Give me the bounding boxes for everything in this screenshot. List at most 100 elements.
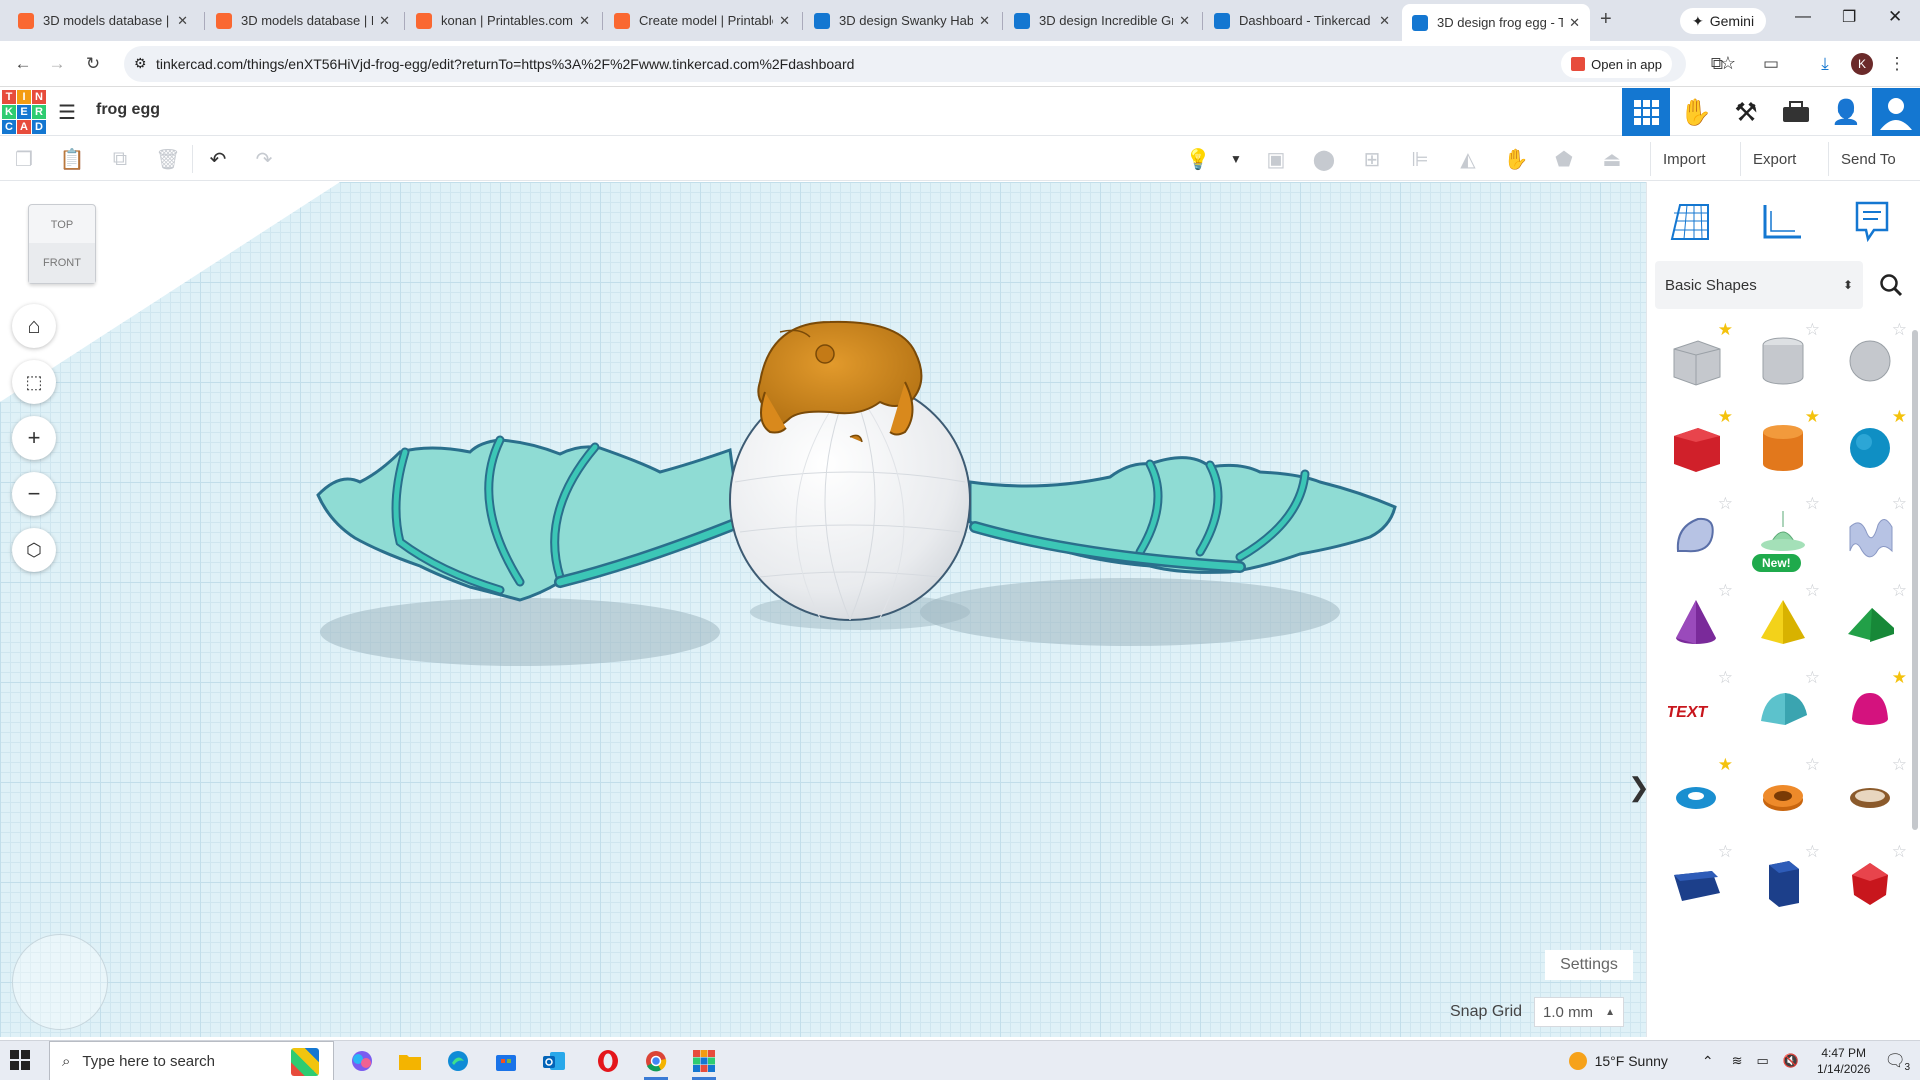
- outlook-icon[interactable]: [536, 1045, 572, 1077]
- settings-button[interactable]: Settings: [1545, 950, 1633, 980]
- weather-text[interactable]: 15°F Sunny: [1595, 1053, 1668, 1069]
- new-tab-button[interactable]: +: [1600, 8, 1612, 31]
- export-button[interactable]: Export: [1740, 142, 1808, 176]
- close-icon[interactable]: ✕: [177, 13, 188, 29]
- workplane-tool-icon[interactable]: ⊞: [1358, 145, 1386, 173]
- undo-icon[interactable]: ↶: [204, 145, 232, 173]
- sphere-hole-shape[interactable]: ☆: [1829, 320, 1911, 402]
- star-icon[interactable]: ☆: [1805, 842, 1820, 862]
- half-cylinder-shape[interactable]: ☆: [1742, 668, 1824, 750]
- chevron-up-icon[interactable]: ⌃: [1702, 1053, 1714, 1070]
- forward-icon[interactable]: →: [42, 49, 72, 79]
- weather-icon[interactable]: [1568, 1052, 1587, 1070]
- paraboloid-shape[interactable]: ★: [1829, 668, 1911, 750]
- sphere-shape[interactable]: ★: [1829, 407, 1911, 489]
- extensions-icon[interactable]: ⧉: [1702, 49, 1732, 79]
- blocks-icon[interactable]: ✋: [1672, 88, 1720, 136]
- browser-tab-active[interactable]: 3D design frog egg - Ti ✕: [1402, 4, 1590, 41]
- view-cube-top[interactable]: TOP: [29, 205, 95, 245]
- polygon-shape[interactable]: ☆: [1742, 842, 1824, 924]
- light-bulb-icon[interactable]: 💡: [1184, 145, 1212, 173]
- browser-tab[interactable]: 3D design Swanky Habl ✕: [804, 6, 1000, 35]
- invite-user-icon[interactable]: 👤: [1822, 88, 1870, 136]
- star-icon[interactable]: ☆: [1805, 755, 1820, 775]
- notes-icon[interactable]: [1847, 196, 1897, 246]
- redo-icon[interactable]: ↷: [250, 145, 278, 173]
- store-icon[interactable]: [488, 1045, 524, 1077]
- star-icon[interactable]: ☆: [1805, 320, 1820, 340]
- close-icon[interactable]: ✕: [1569, 15, 1580, 31]
- workplane-canvas[interactable]: TOP FRONT ⌂ ⬚ + − ⬡ ❯ Settings Snap Grid…: [0, 182, 1646, 1037]
- notification-icon[interactable]: 🗨 3: [1884, 1051, 1910, 1073]
- star-icon[interactable]: ☆: [1892, 842, 1907, 862]
- minimize-button[interactable]: —: [1795, 8, 1811, 26]
- cone-shape[interactable]: ☆: [1655, 581, 1737, 663]
- tube-shape[interactable]: ☆: [1742, 755, 1824, 837]
- mirror-icon[interactable]: ◭: [1454, 145, 1482, 173]
- cast-icon[interactable]: ▭: [1756, 49, 1786, 79]
- roof-shape[interactable]: ☆: [1829, 581, 1911, 663]
- start-icon[interactable]: [10, 1050, 30, 1075]
- duplicate-icon[interactable]: ⧉: [106, 145, 134, 173]
- chevron-down-icon[interactable]: ▼: [1222, 145, 1250, 173]
- navigation-dial[interactable]: [12, 934, 108, 1030]
- download-icon[interactable]: ⤓: [1810, 49, 1840, 79]
- profile-avatar[interactable]: K: [1851, 53, 1873, 75]
- close-window-button[interactable]: ✕: [1888, 7, 1902, 27]
- home-view-icon[interactable]: ⌂: [12, 304, 56, 348]
- browser-tab[interactable]: 3D models database | P ✕: [206, 6, 400, 35]
- star-icon[interactable]: ☆: [1805, 581, 1820, 601]
- box-hole-shape[interactable]: ★: [1655, 320, 1737, 402]
- close-icon[interactable]: ✕: [779, 13, 790, 29]
- cylinder-hole-shape[interactable]: ☆: [1742, 320, 1824, 402]
- shape-category-select[interactable]: Basic Shapes ⬍: [1655, 261, 1863, 309]
- 3d-scene[interactable]: [0, 182, 1646, 1037]
- star-icon[interactable]: ☆: [1805, 668, 1820, 688]
- fit-view-icon[interactable]: ⬚: [12, 360, 56, 404]
- browser-tab[interactable]: 3D models database | P ✕: [8, 6, 198, 35]
- right-wing[interactable]: [968, 456, 1397, 574]
- battery-icon[interactable]: ▭: [1757, 1053, 1769, 1069]
- cylinder-shape[interactable]: ★: [1742, 407, 1824, 489]
- tinkercad-logo[interactable]: T I N K E R C A D: [2, 90, 46, 134]
- left-wing[interactable]: [316, 435, 746, 602]
- ruler-tool-icon[interactable]: ⬟: [1550, 145, 1578, 173]
- flip-icon[interactable]: ⏏: [1598, 145, 1626, 173]
- browser-tab[interactable]: 3D design Incredible Gr ✕: [1004, 6, 1200, 35]
- star-icon[interactable]: ★: [1892, 668, 1907, 688]
- star-icon[interactable]: ☆: [1892, 755, 1907, 775]
- zoom-in-icon[interactable]: +: [12, 416, 56, 460]
- browser-tab[interactable]: Create model | Printable ✕: [604, 6, 800, 35]
- zoom-out-icon[interactable]: −: [12, 472, 56, 516]
- snap-grid-select[interactable]: 1.0 mm ▲: [1534, 997, 1625, 1027]
- design-title[interactable]: frog egg: [96, 101, 160, 119]
- star-icon[interactable]: ★: [1718, 755, 1733, 775]
- tinkercad-app-icon[interactable]: [686, 1045, 722, 1080]
- wifi-icon[interactable]: ≋: [1732, 1053, 1743, 1069]
- chrome-icon[interactable]: [638, 1045, 674, 1080]
- 3d-view-icon[interactable]: [1622, 88, 1670, 136]
- restore-button[interactable]: ❐: [1842, 7, 1856, 27]
- star-icon[interactable]: ☆: [1892, 581, 1907, 601]
- close-icon[interactable]: ✕: [379, 13, 390, 29]
- site-info-icon[interactable]: ⚙: [134, 55, 147, 72]
- sim-lab-icon[interactable]: [1772, 88, 1820, 136]
- ring-shape[interactable]: ☆: [1829, 755, 1911, 837]
- copilot-icon[interactable]: [344, 1045, 380, 1077]
- wedge-shape[interactable]: ☆: [1655, 842, 1737, 924]
- view-cube-front[interactable]: FRONT: [29, 243, 95, 283]
- close-icon[interactable]: ✕: [1179, 13, 1190, 29]
- star-icon[interactable]: ☆: [1718, 842, 1733, 862]
- torus-shape[interactable]: ★: [1655, 755, 1737, 837]
- url-field[interactable]: ⚙ tinkercad.com/things/enXT56HiVjd-frog-…: [124, 46, 1736, 82]
- gemini-button[interactable]: ✦ Gemini: [1680, 8, 1767, 34]
- star-icon[interactable]: ☆: [1718, 494, 1733, 514]
- star-icon[interactable]: ☆: [1718, 581, 1733, 601]
- reload-icon[interactable]: ↻: [78, 49, 108, 79]
- wave-shape[interactable]: ☆: [1829, 494, 1911, 576]
- browser-tab[interactable]: Dashboard - Tinkercad ✕: [1204, 6, 1400, 35]
- clock[interactable]: 4:47 PM 1/14/2026: [1817, 1045, 1870, 1077]
- search-icon[interactable]: [1869, 261, 1913, 309]
- projection-icon[interactable]: ⬡: [12, 528, 56, 572]
- back-icon[interactable]: ←: [8, 49, 38, 79]
